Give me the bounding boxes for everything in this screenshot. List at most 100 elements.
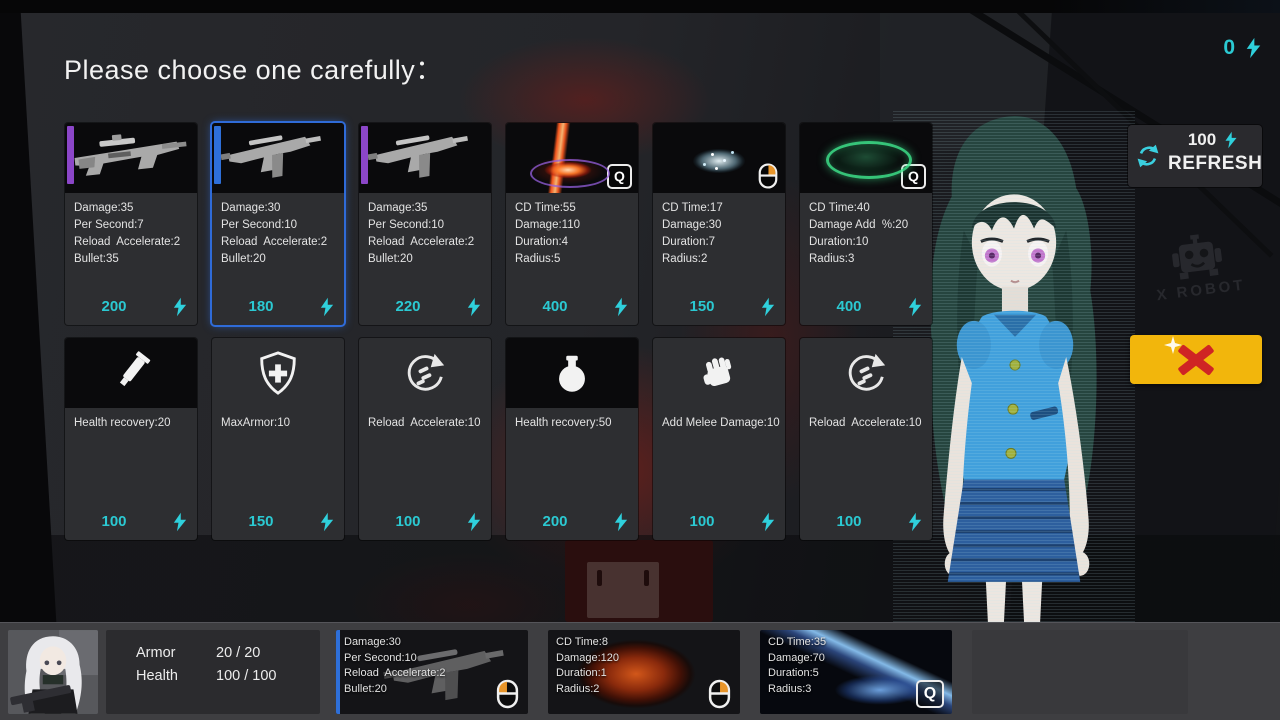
- rarity-stripe-icon: [214, 126, 221, 184]
- card-price: 100: [800, 511, 898, 533]
- card-price: 150: [653, 296, 751, 318]
- card-stat: Damage:30: [662, 217, 776, 234]
- shop-card[interactable]: Damage:30Per Second:10Reload Accelerate:…: [212, 123, 344, 325]
- card-stats: Reload Accelerate:10: [800, 408, 932, 432]
- card-artwork: [506, 338, 638, 408]
- shop-card[interactable]: MaxArmor:10 150: [212, 338, 344, 540]
- keybind-q-badge: Q: [607, 164, 632, 189]
- bottom-bar: Armor 20 / 20 Health 100 / 100 Damage:30…: [0, 622, 1280, 720]
- card-stat: Per Second:10: [368, 217, 482, 234]
- card-price: 200: [506, 511, 604, 533]
- card-stat: Damage:35: [74, 200, 188, 217]
- card-price-row: 220: [359, 296, 491, 318]
- card-stat: Bullet:20: [368, 251, 482, 268]
- card-stat: Reload Accelerate:10: [368, 415, 482, 432]
- slot-stat: Damage:30: [344, 635, 446, 651]
- armor-row: Armor 20 / 20: [136, 645, 260, 661]
- health-value: 100 / 100: [216, 668, 276, 684]
- card-stats: Damage:30Per Second:10Reload Accelerate:…: [212, 193, 344, 268]
- slot-stat: Duration:5: [768, 666, 826, 682]
- card-stats: Health recovery:20: [65, 408, 197, 432]
- keybind-q-badge: Q: [901, 164, 926, 189]
- keybind-q-badge: Q: [916, 680, 944, 708]
- card-price-row: 150: [653, 296, 785, 318]
- shop-card[interactable]: Q CD Time:55Damage:110Duration:4Radius:5 4…: [506, 123, 638, 325]
- card-price: 400: [800, 296, 898, 318]
- card-price-row: 400: [506, 296, 638, 318]
- card-stat: Damage:35: [368, 200, 482, 217]
- shop-card[interactable]: CD Time:17Damage:30Duration:7Radius:2 150: [653, 123, 785, 325]
- energy-bolt-icon: [1224, 131, 1238, 149]
- energy-bolt-icon: [613, 297, 629, 322]
- armor-label: Armor: [136, 645, 216, 661]
- slot-stats: CD Time:8Damage:120Duration:1Radius:2: [556, 635, 619, 697]
- currency-counter: 0: [1223, 36, 1262, 60]
- card-stat: Radius:5: [515, 251, 629, 268]
- energy-bolt-icon: [907, 512, 923, 537]
- slot-stat: Bullet:20: [344, 682, 446, 698]
- equipped-slot[interactable]: CD Time:8Damage:120Duration:1Radius:2: [548, 630, 740, 714]
- card-stat: MaxArmor:10: [221, 415, 335, 432]
- equipped-slot[interactable]: CD Time:35Damage:70Duration:5Radius:3Q: [760, 630, 952, 714]
- energy-bolt-icon: [172, 297, 188, 322]
- energy-bolt-icon: [613, 512, 629, 537]
- card-artwork: [653, 123, 785, 193]
- background-top-band: [0, 0, 1280, 13]
- card-artwork: [359, 123, 491, 193]
- shop-card[interactable]: Damage:35Per Second:10Reload Accelerate:…: [359, 123, 491, 325]
- card-stat: Radius:3: [809, 251, 923, 268]
- card-artwork: [212, 338, 344, 408]
- card-stat: Duration:10: [809, 234, 923, 251]
- page-title: Please choose one carefully：: [64, 48, 443, 87]
- card-artwork: [212, 123, 344, 193]
- shop-card[interactable]: Add Melee Damage:10100: [653, 338, 785, 540]
- slot-stat: Damage:120: [556, 651, 619, 667]
- card-price: 100: [653, 511, 751, 533]
- background-red-machine: [565, 540, 713, 622]
- slot-stat: Damage:70: [768, 651, 826, 667]
- close-button[interactable]: [1130, 335, 1262, 384]
- card-price-row: 150: [212, 511, 344, 533]
- rarity-stripe-icon: [361, 126, 368, 184]
- slot-stat: Radius:2: [556, 682, 619, 698]
- card-price-row: 400: [800, 296, 932, 318]
- card-stat: Duration:7: [662, 234, 776, 251]
- card-stat: Duration:4: [515, 234, 629, 251]
- card-price-row: 100: [359, 511, 491, 533]
- shop-card[interactable]: Health recovery:50 200: [506, 338, 638, 540]
- card-stat: Radius:2: [662, 251, 776, 268]
- armor-value: 20 / 20: [216, 645, 260, 661]
- slot-stat: Radius:3: [768, 682, 826, 698]
- card-stat: Damage:30: [221, 200, 335, 217]
- card-stat: CD Time:17: [662, 200, 776, 217]
- card-artwork: [359, 338, 491, 408]
- player-stats-panel: Armor 20 / 20 Health 100 / 100: [106, 630, 320, 714]
- card-price: 220: [359, 296, 457, 318]
- card-stat: Bullet:20: [221, 251, 335, 268]
- card-stats: Reload Accelerate:10: [359, 408, 491, 432]
- card-stats: CD Time:55Damage:110Duration:4Radius:5: [506, 193, 638, 268]
- slot-stats: Damage:30Per Second:10Reload Accelerate:…: [344, 635, 446, 697]
- card-stats: Damage:35Per Second:7Reload Accelerate:2…: [65, 193, 197, 268]
- card-stat: Per Second:7: [74, 217, 188, 234]
- refresh-button[interactable]: 100 REFRESH: [1128, 125, 1262, 187]
- cursor-icon: [1164, 336, 1182, 354]
- shop-card[interactable]: Reload Accelerate:10 100: [359, 338, 491, 540]
- card-price-row: 200: [506, 511, 638, 533]
- shop-card[interactable]: Health recovery:20100: [65, 338, 197, 540]
- shop-card[interactable]: Damage:35Per Second:7Reload Accelerate:2…: [65, 123, 197, 325]
- card-stat: Bullet:35: [74, 251, 188, 268]
- shop-card[interactable]: Reload Accelerate:10 100: [800, 338, 932, 540]
- shop-screen: X ROBOT: [0, 0, 1280, 720]
- shop-card[interactable]: QCD Time:40Damage Add %:20Duration:10Rad…: [800, 123, 932, 325]
- card-price: 150: [212, 511, 310, 533]
- empty-slot[interactable]: [972, 630, 1188, 714]
- health-row: Health 100 / 100: [136, 668, 276, 684]
- energy-bolt-icon: [1245, 37, 1262, 59]
- card-price: 400: [506, 296, 604, 318]
- energy-bolt-icon: [466, 512, 482, 537]
- card-stat: Health recovery:50: [515, 415, 629, 432]
- card-price: 100: [359, 511, 457, 533]
- equipped-slot[interactable]: Damage:30Per Second:10Reload Accelerate:…: [336, 630, 528, 714]
- card-stat: CD Time:40: [809, 200, 923, 217]
